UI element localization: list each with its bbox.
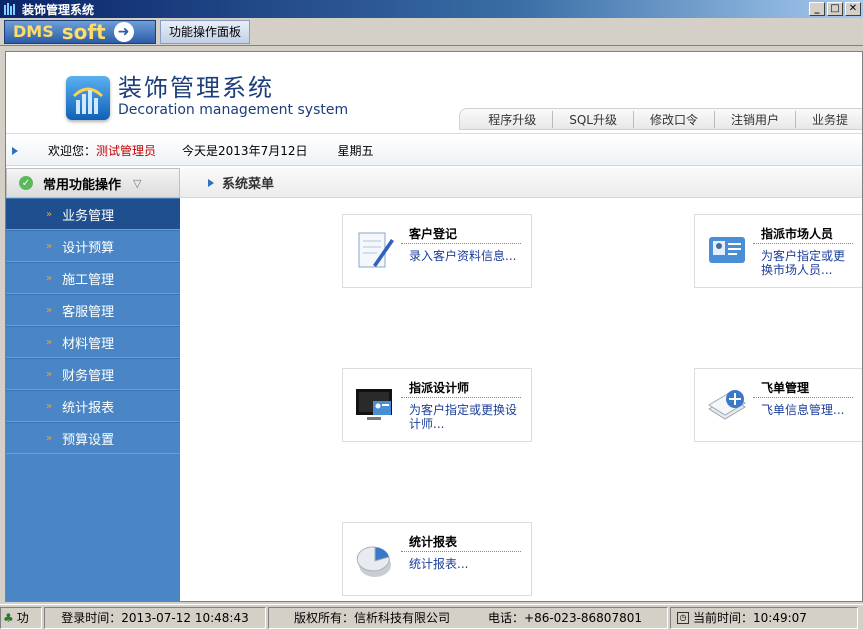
current-user: 测试管理员 <box>96 144 157 158</box>
card-flying-order[interactable]: 飞单管理 飞单信息管理... <box>694 368 862 442</box>
triangle-right-icon <box>12 146 18 155</box>
check-circle-icon: ✓ <box>19 176 33 190</box>
app-icon <box>2 1 18 17</box>
today-date: 今天是2013年7月12日 <box>182 144 308 158</box>
card-divider <box>401 551 521 552</box>
toolbar: DMS soft ➜ 功能操作面板 <box>0 18 863 46</box>
card-title: 统计报表 <box>409 535 458 549</box>
info-bar: 欢迎您： 测试管理员 今天是2013年7月12日 星期五 <box>6 136 862 166</box>
status-copyright: 版权所有：信析科技有限公司 <box>294 611 451 625</box>
triangle-right-icon <box>208 178 214 187</box>
clock-icon: ◷ <box>677 611 689 624</box>
close-button[interactable]: ✕ <box>845 2 861 16</box>
content-area: 系统菜单 客户登记 录入客户资料信息... 指派市场人员 为客户指定或更换市场人… <box>180 168 862 601</box>
palm-tree-icon: ♣ <box>3 610 14 625</box>
content-header: 系统菜单 <box>180 168 862 198</box>
status-current-time: ◷ 当前时间：10:49:07 <box>670 606 858 629</box>
main-frame: 装饰管理系统 Decoration management system 程序升级… <box>5 51 863 602</box>
card-assign-marketing[interactable]: 指派市场人员 为客户指定或更换市场人员... <box>694 214 862 288</box>
card-desc: 为客户指定或更换设计师... <box>409 403 518 431</box>
window-title: 装饰管理系统 <box>22 2 95 17</box>
document-pen-icon <box>353 229 397 273</box>
sidebar-item-label: 施工管理 <box>62 272 115 288</box>
header: 装饰管理系统 Decoration management system 程序升级… <box>6 52 862 134</box>
nav-business[interactable]: 业务提 <box>796 111 862 128</box>
welcome-label: 欢迎您： <box>48 144 97 158</box>
card-divider <box>753 397 853 398</box>
contact-card-icon <box>705 229 749 273</box>
maximize-button[interactable]: □ <box>827 2 843 16</box>
pie-chart-icon <box>353 537 397 581</box>
sidebar-item-materials[interactable]: » 材料管理 <box>6 326 180 358</box>
sidebar-item-customer-service[interactable]: » 客服管理 <box>6 294 180 326</box>
bullet-icon: » <box>46 432 53 444</box>
card-desc: 统计报表... <box>409 557 469 571</box>
sidebar-item-reports[interactable]: » 统计报表 <box>6 390 180 422</box>
sidebar-item-construction[interactable]: » 施工管理 <box>6 262 180 294</box>
card-statistics-report[interactable]: 统计报表 统计报表... <box>342 522 532 596</box>
sidebar-item-label: 设计预算 <box>62 240 115 256</box>
sidebar-item-label: 材料管理 <box>62 336 115 352</box>
card-title: 飞单管理 <box>761 381 810 395</box>
logo-dms-text: DMS <box>13 22 54 41</box>
top-nav: 程序升级 SQL升级 修改口令 注销用户 业务提 <box>459 108 862 130</box>
card-desc: 录入客户资料信息... <box>409 249 517 263</box>
system-subtitle: Decoration management system <box>118 102 349 118</box>
nav-sql-upgrade[interactable]: SQL升级 <box>553 110 634 128</box>
sidebar-item-label: 客服管理 <box>62 304 115 320</box>
nav-logout[interactable]: 注销用户 <box>715 110 796 128</box>
sidebar-item-label: 预算设置 <box>62 432 115 448</box>
bullet-icon: » <box>46 208 53 220</box>
status-current-label: 当前时间：10:49:07 <box>693 611 807 625</box>
content-title: 系统菜单 <box>222 177 275 192</box>
tab-function-panel[interactable]: 功能操作面板 <box>160 19 251 44</box>
sidebar-item-design-budget[interactable]: » 设计预算 <box>6 230 180 262</box>
sidebar-item-label: 业务管理 <box>62 208 115 224</box>
weekday: 星期五 <box>337 144 374 158</box>
dms-logo: DMS soft ➜ <box>4 19 156 44</box>
status-phone: 电话：+86-023-86807801 <box>488 611 642 625</box>
sidebar-item-label: 统计报表 <box>62 400 115 416</box>
status-login-time: 登录时间：2013-07-12 10:48:43 <box>44 606 266 629</box>
card-title: 指派设计师 <box>409 381 470 395</box>
sidebar-item-business[interactable]: » 业务管理 <box>6 198 180 230</box>
chevron-down-icon[interactable]: ▽ <box>133 177 141 190</box>
nav-change-password[interactable]: 修改口令 <box>634 110 715 128</box>
system-logo <box>66 76 110 120</box>
card-title: 客户登记 <box>409 227 458 241</box>
arrow-right-icon[interactable]: ➜ <box>113 21 134 42</box>
system-title: 装饰管理系统 <box>118 74 274 102</box>
sidebar-header-label: 常用功能操作 <box>43 177 122 193</box>
sidebar-item-finance[interactable]: » 财务管理 <box>6 358 180 390</box>
card-divider <box>753 243 853 244</box>
bullet-icon: » <box>46 368 53 380</box>
monitor-contact-icon <box>353 383 397 427</box>
nav-program-upgrade[interactable]: 程序升级 <box>472 110 554 128</box>
sidebar: ✓ 常用功能操作 ▽ » 业务管理 » 设计预算 » 施工管理 » 客服管理 » 材料管理… <box>6 168 180 601</box>
bullet-icon: » <box>46 336 53 348</box>
card-desc: 飞单信息管理... <box>761 403 845 417</box>
minimize-button[interactable]: _ <box>809 2 825 16</box>
card-divider <box>401 397 521 398</box>
title-bar: 装饰管理系统 _ □ ✕ <box>0 0 863 18</box>
status-bar: ♣ 功 登录时间：2013-07-12 10:48:43 版权所有：信析科技有限… <box>0 604 863 630</box>
card-title: 指派市场人员 <box>761 227 834 241</box>
document-add-icon <box>705 383 749 427</box>
status-fn-label: 功 <box>16 611 29 625</box>
card-divider <box>401 243 521 244</box>
sidebar-item-label: 财务管理 <box>62 368 115 384</box>
logo-soft-text: soft <box>61 19 106 44</box>
card-customer-register[interactable]: 客户登记 录入客户资料信息... <box>342 214 532 288</box>
bullet-icon: » <box>46 400 53 412</box>
status-info: 版权所有：信析科技有限公司 电话：+86-023-86807801 <box>268 606 668 629</box>
sidebar-item-budget-settings[interactable]: » 预算设置 <box>6 422 180 454</box>
bullet-icon: » <box>46 240 53 252</box>
bullet-icon: » <box>46 304 53 316</box>
card-assign-designer[interactable]: 指派设计师 为客户指定或更换设计师... <box>342 368 532 442</box>
status-function[interactable]: ♣ 功 <box>0 606 42 629</box>
sidebar-header[interactable]: ✓ 常用功能操作 ▽ <box>6 168 180 198</box>
card-desc: 为客户指定或更换市场人员... <box>761 249 846 277</box>
bullet-icon: » <box>46 272 53 284</box>
